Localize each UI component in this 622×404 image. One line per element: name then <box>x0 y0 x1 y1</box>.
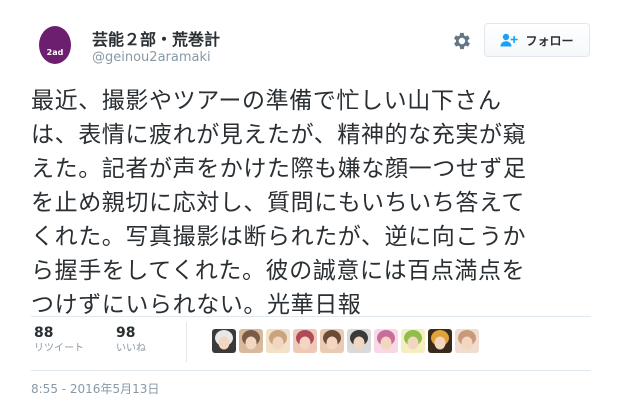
tweet-line: えた。記者が声をかけた際も嫌な顔一つせず足 <box>31 156 527 182</box>
retweet-count: 88 <box>34 325 54 341</box>
stats-divider-top <box>31 316 591 317</box>
liker-avatar-5[interactable] <box>320 329 344 353</box>
stats-separator <box>186 322 187 362</box>
liker-avatar-7[interactable] <box>374 329 398 353</box>
add-user-icon <box>500 33 519 47</box>
liker-avatar-9[interactable] <box>428 329 452 353</box>
user-handle[interactable]: @geinou2aramaki <box>92 50 211 65</box>
liker-avatar-10[interactable] <box>455 329 479 353</box>
tweet-text: 最近、撮影やツアーの準備で忙しい山下さん は、表情に疲れが見えたが、精神的な充実… <box>31 84 591 322</box>
follow-label: フォロー <box>525 33 574 48</box>
tweet-line: ら握手をしてくれた。彼の誠意には百点満点を <box>31 258 526 284</box>
stats-divider-bottom <box>31 370 591 371</box>
tweet-line: 最近、撮影やツアーの準備で忙しい山下さん <box>31 88 502 114</box>
liker-avatar-1[interactable] <box>212 329 236 353</box>
gear-icon[interactable] <box>450 30 472 52</box>
like-count: 98 <box>116 325 136 341</box>
tweet-line: は、表情に疲れが見えたが、精神的な充実が窺 <box>31 122 527 148</box>
liker-avatar-4[interactable] <box>293 329 317 353</box>
tweet-line: を止め親切に応対し、質問にもいちいち答えて <box>31 190 525 216</box>
retweet-stat[interactable]: 88 リツイート <box>34 324 84 356</box>
retweet-label: リツイート <box>34 343 84 354</box>
display-name[interactable]: 芸能２部・荒巻計 <box>92 26 220 50</box>
liker-avatar-6[interactable] <box>347 329 371 353</box>
tweet-line: くれた。写真撮影は断られたが、逆に向こうか <box>31 224 527 250</box>
liker-avatar-8[interactable] <box>401 329 425 353</box>
like-stat[interactable]: 98 いいね <box>116 324 146 356</box>
liker-avatar-3[interactable] <box>266 329 290 353</box>
like-label: いいね <box>116 343 146 354</box>
liker-avatar-2[interactable] <box>239 329 263 353</box>
follow-button[interactable]: フォロー <box>484 23 590 57</box>
avatar-text: 2ad <box>47 48 64 57</box>
tweet-timestamp[interactable]: 8:55 - 2016年5月13日 <box>31 380 159 397</box>
avatar[interactable]: 2ad <box>38 24 72 64</box>
liker-avatars <box>212 329 479 353</box>
